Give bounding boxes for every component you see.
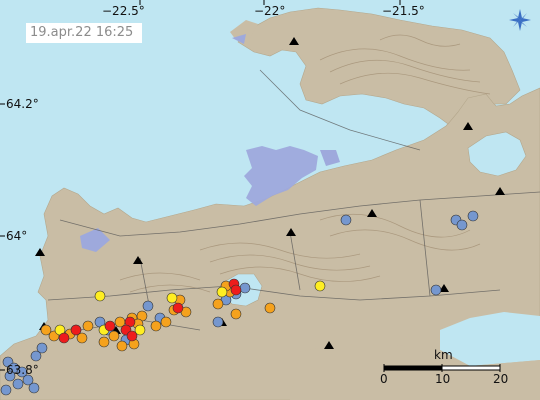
earthquake-red [58,332,70,344]
map-view[interactable]: 19.apr.22 16:25 −22.5° −22° −21.5° 64.2°… [0,0,540,400]
latitude-label: 64° [6,229,28,243]
scale-unit-label: km [434,348,453,362]
earthquake-yellow [314,280,326,292]
earthquake-orange [150,320,162,332]
earthquake-blue [28,382,40,394]
scale-tick-label: 0 [380,372,388,386]
earthquake-red [126,330,138,342]
earthquake-blue [456,219,468,231]
earthquake-blue [340,214,352,226]
longitude-label: −22° [254,4,286,18]
scale-tick-label: 10 [435,372,451,386]
urban-area-east [320,150,340,166]
earthquake-orange [98,336,110,348]
earthquake-orange [160,316,172,328]
earthquake-red [70,324,82,336]
scale-tick-label: 20 [493,372,509,386]
earthquake-orange [40,324,52,336]
latitude-label: 64.2° [6,97,39,111]
earthquake-orange [230,308,242,320]
earthquake-orange [116,340,128,352]
earthquake-blue [467,210,479,222]
earthquake-blue [30,350,42,362]
earthquake-orange [108,330,120,342]
earthquake-blue [239,282,251,294]
earthquake-red [104,320,116,332]
earthquake-red [172,302,184,314]
latitude-label: 63.8° [6,363,39,377]
earthquake-orange [264,302,276,314]
earthquake-orange [82,320,94,332]
compass-rose-icon [509,9,531,31]
earthquake-orange [212,298,224,310]
longitude-label: −21.5° [382,4,425,18]
earthquake-blue [430,284,442,296]
earthquake-blue [142,300,154,312]
earthquake-blue [212,316,224,328]
earthquake-blue [0,384,12,396]
longitude-label: −22.5° [102,4,145,18]
timestamp-label: 19.apr.22 16:25 [26,23,142,43]
earthquake-yellow [94,290,106,302]
earthquake-blue [12,378,24,390]
earthquake-yellow [166,292,178,304]
map-canvas [0,0,540,400]
earthquake-red [230,284,242,296]
earthquake-yellow [216,286,228,298]
